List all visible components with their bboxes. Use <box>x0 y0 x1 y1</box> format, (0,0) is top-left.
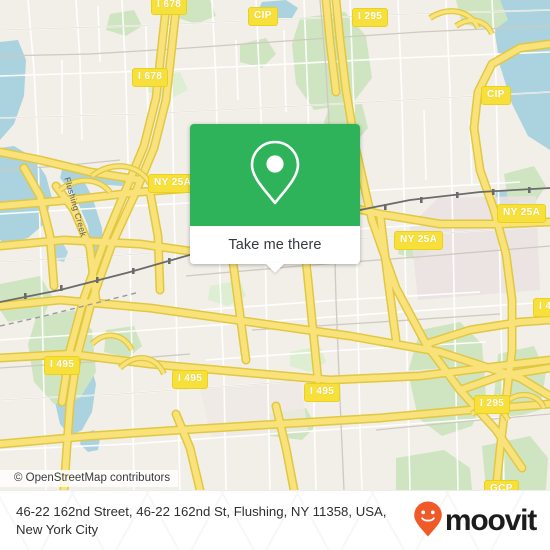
map-canvas[interactable]: Flushing Creek I 678 CIP I 295 I 678 CIP… <box>0 0 550 490</box>
road-shield-i495-mid[interactable]: I 495 <box>172 370 209 389</box>
road-shield-i495-mid2[interactable]: I 495 <box>304 383 341 402</box>
popup-pointer-tail <box>265 263 285 273</box>
road-shield-i495-right-edge[interactable]: I 4 <box>533 298 550 317</box>
road-shield-cip-top[interactable]: CIP <box>248 7 278 26</box>
road-shield-i678-mid[interactable]: I 678 <box>132 68 169 87</box>
moovit-wordmark: moovit <box>444 504 537 537</box>
road-shield-cip-right[interactable]: CIP <box>481 86 511 105</box>
destination-address: 46-22 162nd Street, 46-22 162nd St, Flus… <box>16 504 387 537</box>
road-shield-i295-right[interactable]: I 295 <box>474 395 511 414</box>
popup-pin-area <box>190 124 360 226</box>
road-shield-i295-top[interactable]: I 295 <box>352 8 389 27</box>
moovit-logo[interactable]: moovit <box>413 500 537 543</box>
road-shield-gcp-bottom[interactable]: GCP <box>484 480 519 490</box>
road-shield-i678-top[interactable]: I 678 <box>151 0 188 15</box>
destination-popup-card[interactable]: Take me there <box>190 124 360 273</box>
location-pin-icon <box>248 139 302 212</box>
road-shield-i495-left[interactable]: I 495 <box>44 356 81 375</box>
take-me-there-label: Take me there <box>228 237 322 253</box>
road-shield-ny25a-mid[interactable]: NY 25A <box>394 231 444 250</box>
road-shield-ny25a-right[interactable]: NY 25A <box>497 204 547 223</box>
footer-bar: 46-22 162nd Street, 46-22 162nd St, Flus… <box>0 490 550 550</box>
moovit-map-screenshot: Flushing Creek I 678 CIP I 295 I 678 CIP… <box>0 0 550 550</box>
moovit-pin-icon <box>413 500 443 543</box>
take-me-there-button[interactable]: Take me there <box>190 226 360 273</box>
